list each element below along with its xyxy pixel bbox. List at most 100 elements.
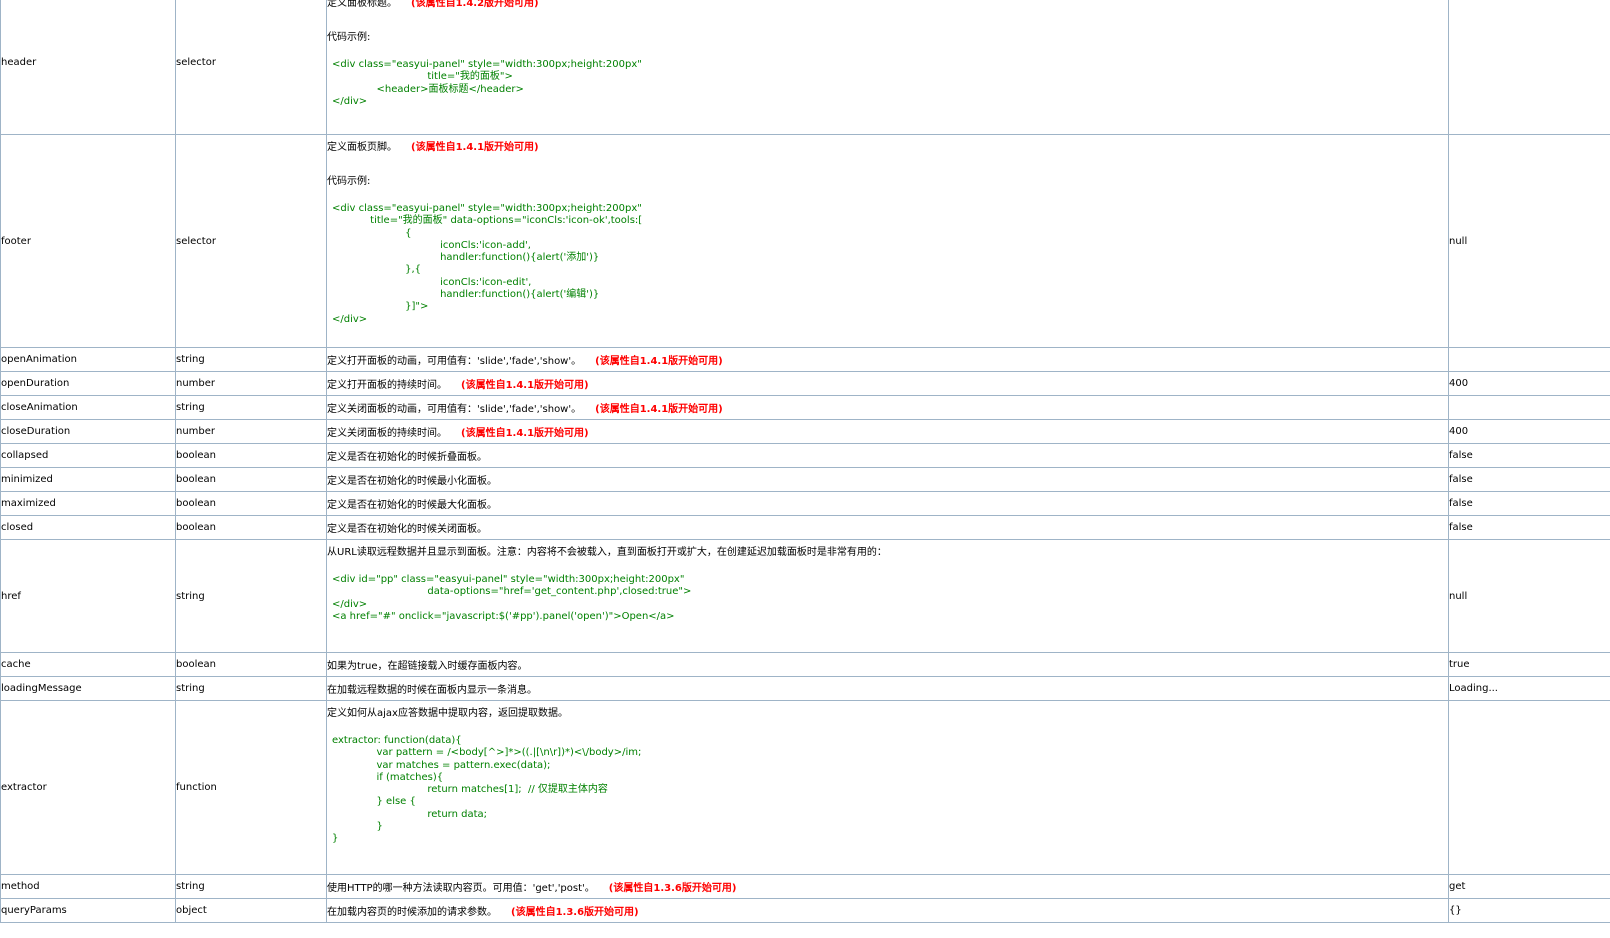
table-row: closeDuration number 定义关闭面板的持续时间。 (该属性自1.…	[0, 419, 1610, 444]
description-text: 在加载内容页的时候添加的请求参数。	[327, 907, 497, 918]
property-name: collapsed	[0, 443, 176, 468]
property-description: 定义如何从ajax应答数据中提取内容，返回提取数据。 extractor: fu…	[326, 700, 1449, 875]
property-type: boolean	[175, 652, 327, 677]
description-text: 定义关闭面板的持续时间。	[327, 428, 447, 439]
property-default: false	[1448, 491, 1610, 516]
table-row: footer selector 定义面板页脚。 (该属性自1.4.1版开始可用) …	[0, 134, 1610, 348]
version-note: (该属性自1.4.1版开始可用)	[411, 142, 539, 153]
description-text: 使用HTTP的哪一种方法读取内容页。可用值：'get','post'。	[327, 883, 595, 894]
code-example: <div class="easyui-panel" style="width:3…	[332, 59, 642, 107]
table-row: minimized boolean 定义是否在初始化的时候最小化面板。 fals…	[0, 467, 1610, 492]
property-name: closed	[0, 515, 176, 540]
property-name: footer	[0, 134, 176, 348]
description-text: 定义面板页脚。	[327, 142, 397, 153]
property-default: true	[1448, 652, 1610, 677]
version-note: (该属性自1.3.6版开始可用)	[608, 883, 737, 894]
properties-table: header selector 定义面板标题。 (该属性自1.4.2版开始可用) …	[0, 0, 1610, 923]
property-description: 定义是否在初始化的时候最小化面板。	[326, 467, 1449, 492]
table-row: header selector 定义面板标题。 (该属性自1.4.2版开始可用) …	[0, 0, 1610, 135]
property-description: 如果为true，在超链接载入时缓存面板内容。	[326, 652, 1449, 677]
property-description: 在加载远程数据的时候在面板内显示一条消息。	[326, 676, 1449, 701]
property-name: header	[0, 0, 176, 135]
version-note: (该属性自1.4.2版开始可用)	[411, 0, 539, 9]
property-description: 定义是否在初始化的时候折叠面板。	[326, 443, 1449, 468]
property-description: 定义打开面板的动画，可用值有：'slide','fade','show'。 (该属…	[326, 347, 1449, 372]
table-row: queryParams object 在加载内容页的时候添加的请求参数。 (该属性…	[0, 898, 1610, 923]
property-name: openAnimation	[0, 347, 176, 372]
property-type: boolean	[175, 443, 327, 468]
property-type: object	[175, 898, 327, 923]
example-label: 代码示例:	[327, 32, 371, 43]
property-type: boolean	[175, 467, 327, 492]
property-default: false	[1448, 515, 1610, 540]
table-row: closeAnimation string 定义关闭面板的动画，可用值有：'sl…	[0, 395, 1610, 420]
property-default: Loading...	[1448, 676, 1610, 701]
description-text: 定义是否在初始化的时候最大化面板。	[327, 500, 497, 511]
property-type: number	[175, 371, 327, 396]
property-name: extractor	[0, 700, 176, 875]
code-example: extractor: function(data){ var pattern =…	[332, 735, 642, 845]
property-description: 定义打开面板的持续时间。 (该属性自1.4.1版开始可用)	[326, 371, 1449, 396]
table-row: closed boolean 定义是否在初始化的时候关闭面板。 false	[0, 515, 1610, 540]
property-name: cache	[0, 652, 176, 677]
description-text: 如果为true，在超链接载入时缓存面板内容。	[327, 661, 528, 672]
property-default	[1448, 700, 1610, 875]
table-row: openAnimation string 定义打开面板的动画，可用值有：'sli…	[0, 347, 1610, 372]
description-text: 定义关闭面板的动画，可用值有：'slide','fade','show'。	[327, 404, 582, 415]
version-note: (该属性自1.4.1版开始可用)	[595, 404, 723, 415]
property-name: minimized	[0, 467, 176, 492]
property-name: openDuration	[0, 371, 176, 396]
description-text: 定义是否在初始化的时候最小化面板。	[327, 476, 497, 487]
description-text: 定义如何从ajax应答数据中提取内容，返回提取数据。	[327, 708, 568, 719]
property-name: href	[0, 539, 176, 653]
table-row: maximized boolean 定义是否在初始化的时候最大化面板。 fals…	[0, 491, 1610, 516]
description-text: 定义面板标题。	[327, 0, 397, 9]
property-default: null	[1448, 134, 1610, 348]
property-default: 400	[1448, 419, 1610, 444]
property-type: string	[175, 676, 327, 701]
property-name: maximized	[0, 491, 176, 516]
property-default: {}	[1448, 898, 1610, 923]
property-description: 定义面板标题。 (该属性自1.4.2版开始可用) 代码示例: <div class…	[326, 0, 1449, 135]
property-description: 定义是否在初始化的时候最大化面板。	[326, 491, 1449, 516]
property-default	[1448, 347, 1610, 372]
table-row: cache boolean 如果为true，在超链接载入时缓存面板内容。 tru…	[0, 652, 1610, 677]
property-description: 定义关闭面板的动画，可用值有：'slide','fade','show'。 (该属…	[326, 395, 1449, 420]
property-type: number	[175, 419, 327, 444]
property-type: boolean	[175, 491, 327, 516]
example-label: 代码示例:	[327, 176, 371, 187]
code-example: <div class="easyui-panel" style="width:3…	[332, 203, 643, 325]
property-type: string	[175, 347, 327, 372]
description-text: 定义打开面板的动画，可用值有：'slide','fade','show'。	[327, 356, 582, 367]
property-name: loadingMessage	[0, 676, 176, 701]
description-text: 在加载远程数据的时候在面板内显示一条消息。	[327, 685, 537, 696]
description-text: 定义是否在初始化的时候折叠面板。	[327, 452, 487, 463]
table-row: extractor function 定义如何从ajax应答数据中提取内容，返回…	[0, 700, 1610, 875]
property-default: false	[1448, 467, 1610, 492]
property-description: 使用HTTP的哪一种方法读取内容页。可用值：'get','post'。 (该属性自…	[326, 874, 1449, 899]
version-note: (该属性自1.4.1版开始可用)	[595, 356, 723, 367]
table-row: href string 从URL读取远程数据并且显示到面板。注意：内容将不会被载…	[0, 539, 1610, 653]
property-name: queryParams	[0, 898, 176, 923]
property-name: closeDuration	[0, 419, 176, 444]
property-default: 400	[1448, 371, 1610, 396]
property-default	[1448, 395, 1610, 420]
property-name: method	[0, 874, 176, 899]
property-description: 定义关闭面板的持续时间。 (该属性自1.4.1版开始可用)	[326, 419, 1449, 444]
property-default: null	[1448, 539, 1610, 653]
property-type: string	[175, 874, 327, 899]
description-text: 定义是否在初始化的时候关闭面板。	[327, 524, 487, 535]
table-row: openDuration number 定义打开面板的持续时间。 (该属性自1.4…	[0, 371, 1610, 396]
property-default: get	[1448, 874, 1610, 899]
description-text: 从URL读取远程数据并且显示到面板。注意：内容将不会被载入，直到面板打开或扩大，…	[327, 547, 887, 558]
property-description: 定义是否在初始化的时候关闭面板。	[326, 515, 1449, 540]
table-row: method string 使用HTTP的哪一种方法读取内容页。可用值：'get…	[0, 874, 1610, 899]
table-row: collapsed boolean 定义是否在初始化的时候折叠面板。 false	[0, 443, 1610, 468]
property-type: string	[175, 395, 327, 420]
property-name: closeAnimation	[0, 395, 176, 420]
description-text: 定义打开面板的持续时间。	[327, 380, 447, 391]
property-description: 从URL读取远程数据并且显示到面板。注意：内容将不会被载入，直到面板打开或扩大，…	[326, 539, 1449, 653]
table-row: loadingMessage string 在加载远程数据的时候在面板内显示一条…	[0, 676, 1610, 701]
property-description: 在加载内容页的时候添加的请求参数。 (该属性自1.3.6版开始可用)	[326, 898, 1449, 923]
code-example: <div id="pp" class="easyui-panel" style=…	[332, 574, 692, 622]
